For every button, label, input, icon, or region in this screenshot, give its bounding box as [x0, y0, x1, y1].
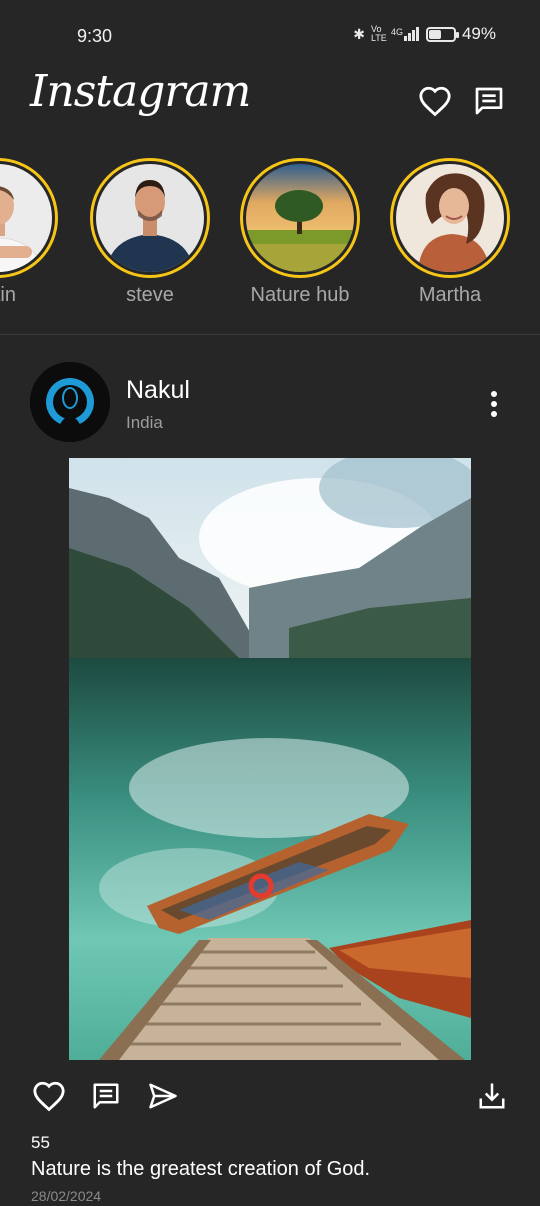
story-ring [0, 158, 58, 278]
dot [491, 391, 497, 397]
app-header: Instagram [0, 64, 540, 136]
message-icon[interactable] [470, 82, 508, 120]
post-actions [0, 1072, 540, 1120]
post-location: India [126, 413, 163, 432]
story-ring [90, 158, 210, 278]
instagram-logo: Instagram [30, 66, 251, 117]
post-header: Nakul India [0, 362, 540, 444]
story-martha[interactable]: Martha [388, 158, 512, 307]
likes-count[interactable]: 55 [31, 1133, 50, 1153]
download-icon[interactable] [474, 1078, 510, 1114]
post-caption: Nature is the greatest creation of God. [31, 1158, 371, 1180]
stories-row: rtin steve [0, 150, 540, 315]
story-name: steve [126, 284, 174, 306]
comment-icon[interactable] [88, 1078, 124, 1114]
like-icon[interactable] [31, 1078, 67, 1114]
story-ring [240, 158, 360, 278]
status-time: 9:30 [77, 26, 113, 46]
user-avatar[interactable] [30, 362, 110, 442]
post-username[interactable]: Nakul [126, 376, 190, 405]
battery-fill [428, 29, 441, 39]
signal-bars-icon [403, 27, 419, 41]
story-ring [390, 158, 510, 278]
battery-icon [425, 26, 459, 42]
story-name: rtin [0, 284, 16, 306]
volte-icon: Vo LTE [370, 24, 387, 43]
story-steve[interactable]: steve [88, 158, 212, 307]
status-bar: 9:30 ✱ Vo LTE 4G 49% [0, 0, 540, 64]
more-options-icon[interactable] [484, 384, 504, 424]
stories-divider [0, 334, 540, 335]
story-nature-hub[interactable]: Nature hub [238, 158, 362, 307]
network-label: 4G [390, 27, 403, 37]
battery-percent: 49% [461, 24, 496, 43]
post-date: 28/02/2024 [31, 1188, 102, 1204]
story-martin[interactable]: rtin [0, 158, 60, 307]
network-icon: 4G [391, 27, 420, 41]
story-avatar [96, 164, 204, 272]
heart-icon[interactable] [416, 82, 454, 120]
share-icon[interactable] [145, 1078, 181, 1114]
dot [491, 401, 497, 407]
story-avatar [0, 164, 52, 272]
story-avatar [246, 164, 354, 272]
status-icons: ✱ Vo LTE 4G 49% [353, 24, 496, 44]
post-image[interactable] [69, 458, 471, 1060]
dot [491, 411, 497, 417]
story-name: Nature hub [250, 284, 350, 306]
bluetooth-icon: ✱ [353, 25, 365, 42]
story-name: Martha [418, 284, 482, 306]
story-avatar [396, 164, 504, 272]
